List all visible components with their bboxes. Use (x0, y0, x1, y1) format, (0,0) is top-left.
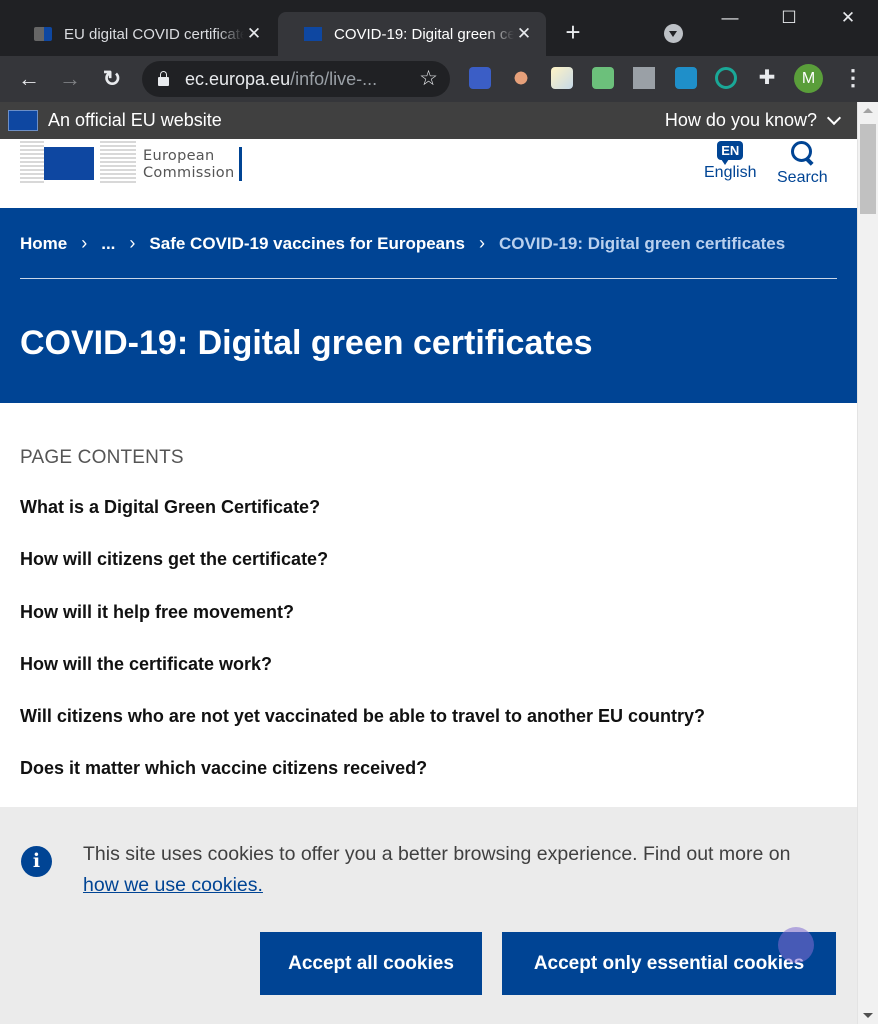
page-contents: PAGE CONTENTS What is a Digital Green Ce… (20, 447, 840, 811)
url-host: ec.europa.eu (185, 68, 291, 89)
breadcrumb-vaccines[interactable]: Safe COVID-19 vaccines for Europeans (149, 234, 465, 254)
contents-link[interactable]: How will citizens get the certificate? (20, 549, 840, 601)
contents-link[interactable]: How will it help free movement? (20, 602, 840, 654)
contents-link[interactable]: Does it matter which vaccine citizens re… (20, 758, 840, 810)
watermark-logo-icon (778, 927, 814, 963)
eu-favicon-icon (34, 27, 52, 41)
maximize-button[interactable]: ☐ (774, 8, 804, 32)
back-button[interactable]: ← (14, 64, 44, 94)
code-extension-icon[interactable] (633, 67, 655, 89)
eu-flag-icon (8, 110, 38, 131)
hero-divider (20, 278, 837, 279)
url-text[interactable]: ec.europa.eu/info/live-... (185, 69, 377, 90)
tab-search-icon[interactable] (664, 24, 683, 43)
browser-tab[interactable]: EU digital COVID certificate ✕ (8, 12, 276, 56)
breadcrumb-separator-icon: › (81, 233, 88, 253)
breadcrumb-ellipsis[interactable]: ... (101, 234, 115, 254)
cookie-message: This site uses cookies to offer you a be… (83, 843, 791, 896)
language-icon: EN (717, 141, 744, 165)
tab-title: COVID-19: Digital green certificates (334, 25, 514, 43)
site-header: European Commission EN English Search (0, 139, 857, 208)
close-window-button[interactable]: ✕ (833, 8, 863, 32)
close-tab-icon[interactable]: ✕ (514, 24, 534, 44)
page-viewport: An official EU website How do you know? … (0, 102, 878, 1024)
page-contents-label: PAGE CONTENTS (20, 447, 184, 468)
logo-text: European Commission (143, 148, 235, 181)
power-extension-icon[interactable] (715, 67, 737, 89)
contents-link[interactable]: How will the certificate work? (20, 654, 840, 706)
close-tab-icon[interactable]: ✕ (244, 24, 264, 44)
mail-extension-icon[interactable] (592, 67, 614, 89)
share-extension-icon[interactable] (675, 67, 697, 89)
browser-toolbar: ← → ↻ ec.europa.eu/info/live-... ☆ ✚ M ⋮ (0, 56, 878, 102)
browser-tab-strip: EU digital COVID certificate ✕ COVID-19:… (0, 0, 878, 56)
notes-extension-icon[interactable] (551, 67, 573, 89)
chevron-down-icon (826, 110, 842, 125)
page-hero: Home › ... › Safe COVID-19 vaccines for … (0, 208, 857, 403)
contents-link[interactable]: Will citizens who are not yet vaccinated… (20, 706, 840, 758)
eu-flag-favicon-icon (304, 27, 322, 41)
minimize-button[interactable]: — (715, 8, 745, 32)
extensions-puzzle-icon[interactable]: ✚ (756, 67, 778, 89)
tab-title: EU digital COVID certificate (64, 25, 244, 43)
scroll-up-arrow-icon[interactable] (863, 108, 873, 113)
breadcrumb-current: COVID-19: Digital green certificates (498, 233, 786, 253)
new-tab-button[interactable]: + (560, 19, 586, 46)
address-bar[interactable]: ec.europa.eu/info/live-... ☆ (142, 61, 450, 97)
search-icon (790, 141, 814, 165)
profile-avatar[interactable]: M (794, 64, 823, 93)
logo-lines-left (20, 141, 44, 183)
official-eu-text: An official EU website (48, 110, 222, 130)
page-title: COVID-19: Digital green certificates (20, 324, 593, 362)
forward-button[interactable]: → (55, 64, 85, 94)
bookmark-star-icon[interactable]: ☆ (419, 66, 438, 91)
language-selector[interactable]: EN English (704, 141, 756, 182)
info-icon: i (21, 846, 52, 877)
contents-link[interactable]: What is a Digital Green Certificate? (20, 497, 840, 549)
european-commission-logo[interactable]: European Commission (20, 139, 250, 185)
logo-divider (239, 147, 242, 181)
search-label: Search (777, 169, 828, 186)
scrollbar-thumb[interactable] (860, 124, 876, 214)
how-do-you-know-toggle[interactable]: How do you know? (664, 110, 842, 131)
language-label: English (704, 164, 757, 181)
url-path: /info/live-... (290, 68, 378, 89)
browser-tab-active[interactable]: COVID-19: Digital green certificates ✕ (278, 12, 546, 56)
logo-lines-right (100, 141, 136, 183)
reload-button[interactable]: ↻ (97, 64, 127, 94)
official-eu-banner: An official EU website How do you know? (0, 102, 857, 139)
cookie-policy-link[interactable]: how we use cookies. (83, 874, 263, 896)
breadcrumb-separator-icon: › (129, 233, 136, 253)
how-do-you-know-label: How do you know? (664, 110, 817, 130)
breadcrumb-home[interactable]: Home (20, 234, 67, 254)
scroll-down-arrow-icon[interactable] (863, 1013, 873, 1018)
breadcrumb: Home › ... › Safe COVID-19 vaccines for … (20, 233, 785, 254)
search-extension-icon[interactable] (469, 67, 491, 89)
browser-menu-icon[interactable]: ⋮ (842, 66, 864, 92)
cookie-banner: i This site uses cookies to offer you a … (0, 807, 857, 1024)
lock-icon (158, 71, 169, 86)
accept-all-cookies-button[interactable]: Accept all cookies (260, 932, 482, 995)
reader-extension-icon[interactable] (510, 67, 532, 89)
search-button[interactable]: Search (777, 141, 828, 187)
eu-flag-icon (44, 147, 94, 180)
page-scrollbar[interactable] (857, 102, 878, 1024)
breadcrumb-separator-icon: › (478, 233, 485, 253)
